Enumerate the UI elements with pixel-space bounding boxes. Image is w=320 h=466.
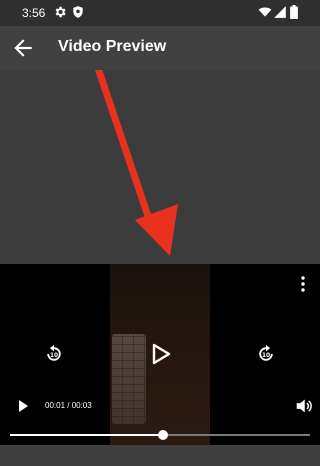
forward-10-icon: 10: [259, 344, 273, 361]
play-icon: [152, 343, 171, 365]
more-vert-icon: [301, 276, 305, 292]
seek-progress: [10, 434, 163, 436]
svg-text:10: 10: [262, 353, 270, 359]
play-small-icon: [19, 400, 28, 412]
time-display: 00:01 / 00:03: [45, 401, 92, 410]
forward-button[interactable]: 10: [256, 344, 276, 364]
back-button[interactable]: [10, 35, 36, 61]
play-button[interactable]: [150, 343, 172, 365]
battery-icon: [289, 5, 299, 19]
seek-bar[interactable]: [10, 430, 310, 440]
wifi-icon: [258, 5, 272, 19]
bottom-area: [0, 445, 320, 466]
video-player[interactable]: 10 10 00:01 / 00:03: [0, 264, 320, 445]
replay-10-icon: 10: [47, 344, 61, 361]
signal-icon: [273, 5, 287, 19]
status-time: 3:56: [22, 6, 46, 20]
volume-button[interactable]: [295, 398, 313, 414]
volume-icon: [296, 399, 312, 413]
more-options-button[interactable]: [295, 275, 311, 293]
seek-thumb[interactable]: [158, 430, 168, 440]
page-title: Video Preview: [58, 38, 167, 55]
annotation-arrow: [94, 70, 178, 256]
status-bar: 3:56: [0, 0, 320, 26]
svg-text:10: 10: [50, 353, 58, 359]
shield-icon: [71, 5, 85, 19]
play-small-button[interactable]: [16, 399, 30, 413]
app-bar: Video Preview: [0, 26, 320, 70]
rewind-button[interactable]: 10: [44, 344, 64, 364]
gear-icon: [53, 5, 67, 19]
arrow-left-icon: [14, 39, 32, 57]
